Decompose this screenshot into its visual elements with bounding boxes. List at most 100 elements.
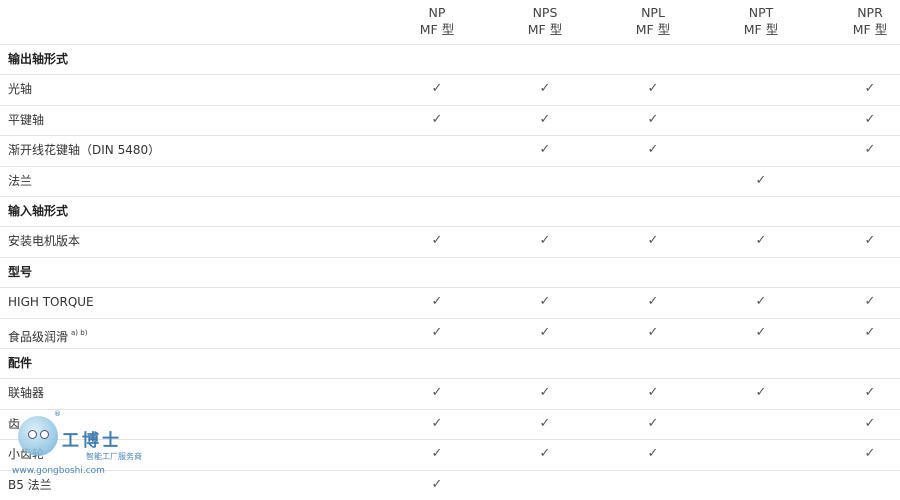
checkmark-icon: ✓: [864, 324, 876, 340]
checkmark-icon: ✓: [431, 233, 443, 249]
checkmark-icon: ✓: [431, 476, 443, 492]
row-label: 平键轴: [8, 105, 44, 135]
checkmark-icon: ✓: [431, 385, 443, 401]
section-title: 输出轴形式: [8, 44, 68, 74]
section-title: 输入轴形式: [8, 196, 68, 226]
mascot-logo-icon: [18, 416, 58, 456]
checkmark-icon: ✓: [864, 142, 876, 158]
table-row: 光轴 ✓ ✓ ✓ ✓: [0, 74, 900, 104]
checkmark-icon: ✓: [755, 385, 767, 401]
row-label: 安装电机版本: [8, 226, 80, 256]
table-row: 安装电机版本 ✓ ✓ ✓ ✓ ✓: [0, 226, 900, 256]
section-header-row: 输入轴形式: [0, 196, 900, 226]
checkmark-icon: ✓: [647, 324, 659, 340]
checkmark-icon: ✓: [539, 81, 551, 97]
section-header-row: 配件: [0, 348, 900, 378]
column-header-line1: NP: [428, 5, 446, 20]
column-header-np: NP MF 型: [383, 4, 491, 38]
checkmark-icon: ✓: [755, 172, 767, 188]
section-header-row: 输出轴形式: [0, 44, 900, 74]
checkmark-icon: ✓: [431, 81, 443, 97]
checkmark-icon: ✓: [864, 446, 876, 462]
column-header-line2: MF 型: [635, 22, 671, 37]
footnote-marker: a) b): [71, 328, 88, 337]
row-label: 法兰: [8, 166, 32, 196]
checkmark-icon: ✓: [647, 446, 659, 462]
row-label: 联轴器: [8, 378, 44, 408]
row-label-text: 法兰: [8, 173, 33, 188]
table-row: 渐开线花键轴（DIN 5480） ✓ ✓ ✓: [0, 135, 900, 165]
checkmark-icon: ✓: [864, 294, 876, 310]
watermark-brand-name: 工博士: [62, 431, 122, 451]
row-label-text: 渐开线花键轴（DIN 5480）: [8, 143, 161, 158]
checkmark-icon: ✓: [539, 446, 551, 462]
row-label-text: HIGH TORQUE: [8, 295, 94, 310]
checkmark-icon: ✓: [864, 233, 876, 249]
row-label-text: 配件: [8, 356, 33, 370]
table-row: HIGH TORQUE ✓ ✓ ✓ ✓ ✓: [0, 287, 900, 317]
column-header-line1: NPR: [857, 5, 883, 20]
registered-mark: ®: [54, 410, 61, 418]
row-label: HIGH TORQUE: [8, 287, 94, 317]
checkmark-icon: ✓: [539, 111, 551, 127]
watermark-url: www.gongboshi.com: [12, 466, 105, 476]
checkmark-icon: ✓: [539, 324, 551, 340]
checkmark-icon: ✓: [864, 81, 876, 97]
column-header-npt: NPT MF 型: [707, 4, 815, 38]
row-label-text: 光轴: [8, 82, 33, 97]
mascot-eye-icon: [28, 430, 37, 439]
row-label-text: 型号: [8, 264, 33, 279]
checkmark-icon: ✓: [539, 294, 551, 310]
column-header-line2: MF 型: [419, 22, 455, 37]
checkmark-icon: ✓: [755, 324, 767, 340]
checkmark-icon: ✓: [647, 385, 659, 401]
row-label-text: 输入轴形式: [8, 204, 69, 218]
mascot-eye-icon: [40, 430, 49, 439]
watermark: ® 工博士 智能工厂服务商 www.gongboshi.com: [10, 410, 150, 476]
checkmark-icon: ✓: [864, 385, 876, 401]
checkmark-icon: ✓: [539, 142, 551, 158]
checkmark-icon: ✓: [647, 111, 659, 127]
column-header-npr: NPR MF 型: [816, 4, 900, 38]
checkmark-icon: ✓: [647, 81, 659, 97]
checkmark-icon: ✓: [755, 233, 767, 249]
checkmark-icon: ✓: [864, 111, 876, 127]
section-title: 型号: [8, 257, 32, 287]
checkmark-icon: ✓: [647, 294, 659, 310]
watermark-subtitle: 智能工厂服务商: [86, 452, 142, 461]
row-label-text: 食品级润滑: [8, 329, 69, 344]
checkmark-icon: ✓: [647, 233, 659, 249]
column-header-line1: NPL: [641, 5, 665, 20]
table-row: B5 法兰 ✓: [0, 470, 900, 500]
column-header-line2: MF 型: [527, 22, 563, 37]
row-label: 食品级润滑 a) b): [8, 318, 87, 348]
checkmark-icon: ✓: [539, 385, 551, 401]
column-header-npl: NPL MF 型: [599, 4, 707, 38]
row-label-text: 安装电机版本: [8, 234, 81, 249]
row-label-text: 联轴器: [8, 386, 45, 401]
checkmark-icon: ✓: [431, 111, 443, 127]
checkmark-icon: ✓: [431, 446, 443, 462]
column-header-line2: MF 型: [852, 22, 888, 37]
checkmark-icon: ✓: [755, 294, 767, 310]
checkmark-icon: ✓: [539, 233, 551, 249]
checkmark-icon: ✓: [431, 294, 443, 310]
table-header: NP MF 型 NPS MF 型 NPL MF 型 NPT MF 型 NPR M…: [0, 0, 900, 44]
checkmark-icon: ✓: [431, 324, 443, 340]
row-label-text: 输出轴形式: [8, 52, 69, 66]
table-row: 联轴器 ✓ ✓ ✓ ✓ ✓: [0, 378, 900, 408]
section-header-row: 型号: [0, 257, 900, 287]
row-label: 渐开线花键轴（DIN 5480）: [8, 135, 160, 165]
section-title: 配件: [8, 348, 32, 378]
table-row: 法兰 ✓: [0, 166, 900, 196]
column-header-line1: NPS: [532, 5, 558, 20]
table-row: 食品级润滑 a) b) ✓ ✓ ✓ ✓ ✓: [0, 318, 900, 348]
table-row: 平键轴 ✓ ✓ ✓ ✓: [0, 105, 900, 135]
checkmark-icon: ✓: [647, 415, 659, 431]
checkmark-icon: ✓: [864, 415, 876, 431]
row-label-text: 平键轴: [8, 112, 45, 127]
column-header-line2: MF 型: [743, 22, 779, 37]
column-header-line1: NPT: [748, 5, 774, 20]
row-label-text: B5 法兰: [8, 477, 52, 492]
checkmark-icon: ✓: [431, 415, 443, 431]
